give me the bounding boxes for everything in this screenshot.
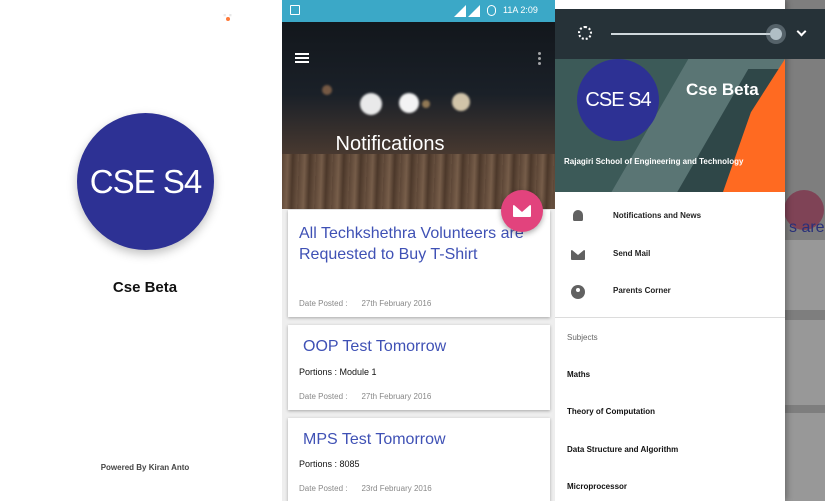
- powered-by-text: Powered By Kiran Anto: [100, 463, 190, 472]
- navigation-drawer: CSE S4 Cse Beta Rajagiri School of Engin…: [555, 0, 785, 501]
- drawer-screen: s are CSE S4 Cse Beta Rajagiri School of…: [555, 0, 825, 501]
- drawer-logo-text: CSE S4: [585, 88, 651, 111]
- notifications-screen: 11A 2:09 Notifications All Techkshethra …: [282, 0, 555, 501]
- drawer-app-name: Cse Beta: [686, 80, 759, 99]
- hamburger-menu-icon[interactable]: [295, 53, 309, 63]
- status-time: 11A 2:09: [503, 5, 538, 15]
- notification-portions: Portions : 8085: [299, 459, 360, 469]
- notification-portions: Portions : Module 1: [299, 367, 377, 377]
- chevron-down-icon[interactable]: [796, 26, 807, 37]
- date-label: Date Posted :: [299, 484, 348, 493]
- bokeh-light: [360, 93, 382, 115]
- app-logo: CSE S4: [77, 113, 214, 250]
- quick-settings-bar: [555, 9, 825, 59]
- bokeh-light: [452, 93, 470, 111]
- more-options-icon[interactable]: [538, 52, 541, 55]
- bokeh-light: [399, 93, 419, 113]
- subject-item-microprocessor[interactable]: Microprocessor: [567, 482, 627, 491]
- bokeh-light: [322, 85, 332, 95]
- notification-card[interactable]: OOP Test Tomorrow Portions : Module 1 Da…: [288, 325, 550, 410]
- drawer-item-parents-corner[interactable]: Parents Corner: [555, 277, 785, 307]
- status-bar: ▪ ▪: [0, 0, 282, 28]
- signal-icon: [468, 5, 480, 17]
- splash-screen: ▪ ▪ CSE S4 Cse Beta Powered By Kiran Ant…: [0, 0, 282, 501]
- wifi-icon: [454, 5, 466, 17]
- date-label: Date Posted :: [299, 392, 348, 401]
- bokeh-light: [422, 100, 430, 108]
- drawer-divider: [555, 317, 785, 318]
- status-bar: 11A 2:09: [282, 0, 555, 22]
- subjects-header: Subjects: [567, 333, 598, 342]
- mail-icon: [513, 205, 531, 217]
- notification-card[interactable]: MPS Test Tomorrow Portions : 8085 Date P…: [288, 418, 550, 501]
- brightness-slider-track[interactable]: [611, 33, 781, 35]
- bell-icon: [573, 210, 583, 221]
- dimmed-card: [785, 320, 825, 405]
- subject-item-toc[interactable]: Theory of Computation: [567, 407, 655, 416]
- date-value: 27th February 2016: [361, 299, 432, 308]
- drawer-logo: CSE S4: [577, 59, 659, 141]
- header-image: [282, 0, 555, 209]
- drawer-item-label: Send Mail: [613, 249, 651, 258]
- notification-title: MPS Test Tomorrow: [303, 431, 446, 448]
- mail-icon: [571, 250, 585, 260]
- drawer-item-send-mail[interactable]: Send Mail: [555, 240, 785, 270]
- brightness-slider-knob[interactable]: [769, 28, 782, 40]
- notification-date: Date Posted : 27th February 2016: [299, 299, 431, 308]
- page-title: Notifications: [335, 133, 445, 155]
- compose-mail-button[interactable]: [501, 190, 543, 232]
- notification-title: OOP Test Tomorrow: [303, 338, 447, 355]
- drawer-item-label: Notifications and News: [613, 211, 702, 220]
- battery-icon: [487, 5, 496, 16]
- app-name: Cse Beta: [112, 279, 178, 296]
- notification-dot: [226, 17, 230, 21]
- dimmed-text: s are: [789, 219, 825, 236]
- account-icon: [571, 285, 585, 299]
- subject-item-dsa[interactable]: Data Structure and Algorithm: [567, 445, 678, 454]
- date-value: 23rd February 2016: [361, 484, 432, 493]
- dimmed-card: [785, 240, 825, 310]
- dimmed-card: [785, 413, 825, 501]
- notification-date: Date Posted : 27th February 2016: [299, 392, 431, 401]
- drawer-item-notifications[interactable]: Notifications and News: [555, 202, 785, 232]
- image-notification-icon: [290, 5, 300, 15]
- subject-item-maths[interactable]: Maths: [567, 370, 590, 379]
- brightness-icon: [578, 26, 592, 40]
- logo-text: CSE S4: [89, 162, 202, 200]
- date-label: Date Posted :: [299, 299, 348, 308]
- notification-date: Date Posted : 23rd February 2016: [299, 484, 432, 493]
- date-value: 27th February 2016: [361, 392, 432, 401]
- drawer-college-name: Rajagiri School of Engineering and Techn…: [564, 157, 744, 166]
- drawer-item-label: Parents Corner: [613, 286, 671, 295]
